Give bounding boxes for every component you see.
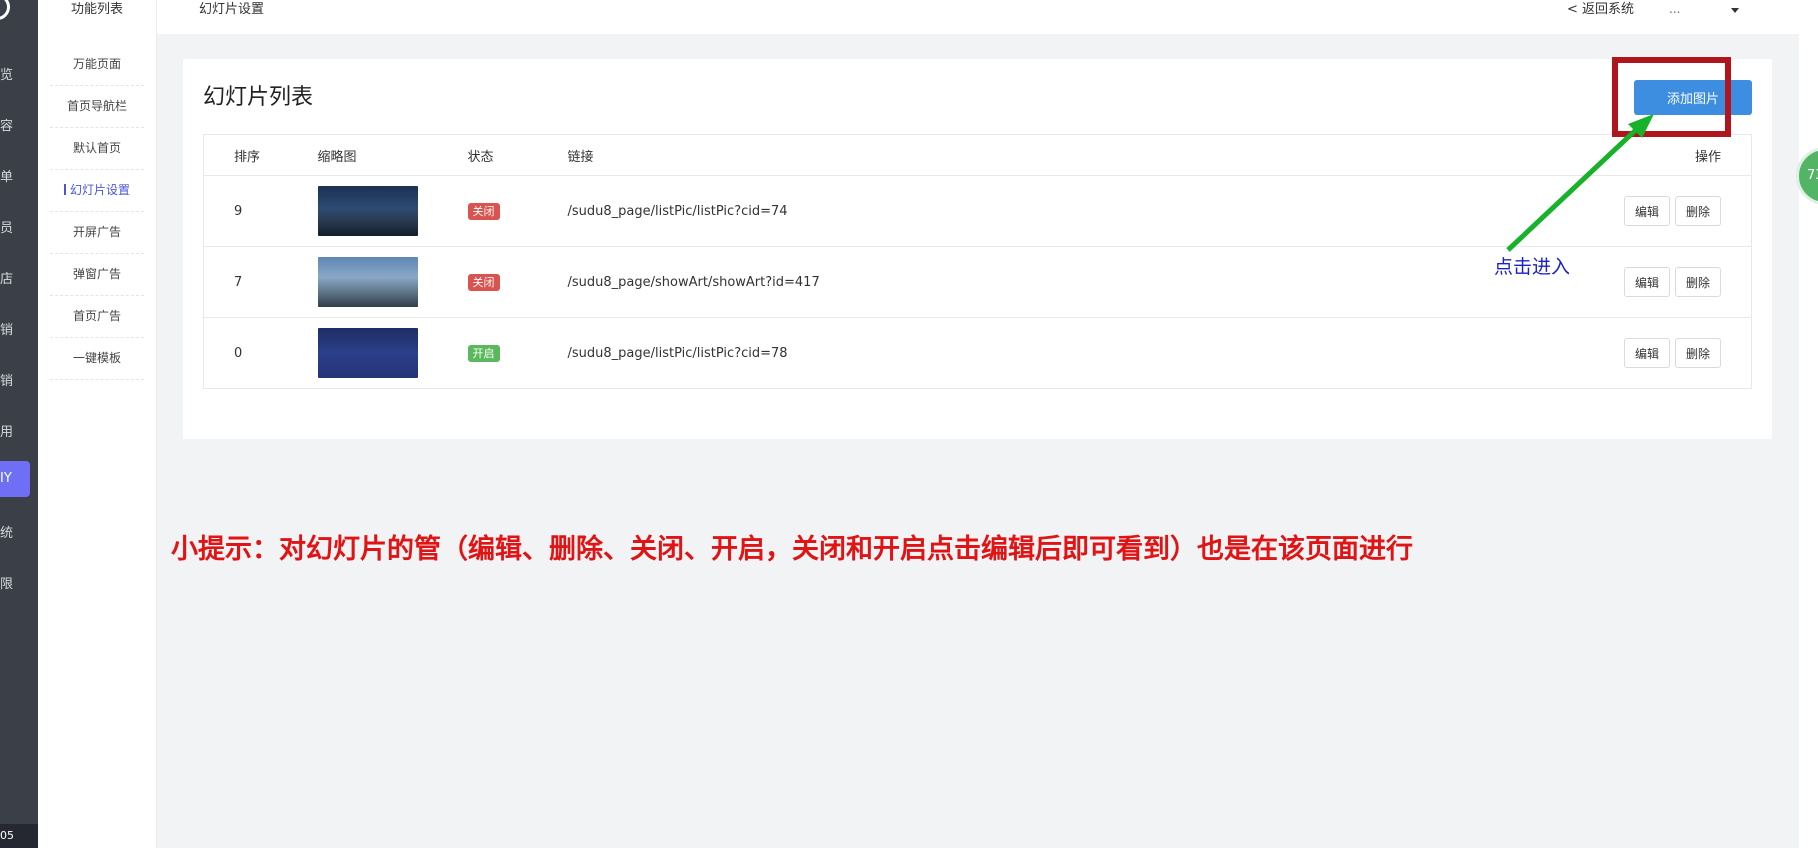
tip-text: 小提示：对幻灯片的管（编辑、删除、关闭、开启，关闭和开启点击编辑后即可看到）也是… <box>171 534 1413 565</box>
click-hint-label: 点击进入 <box>1494 256 1571 278</box>
arrow-icon <box>1506 114 1654 252</box>
